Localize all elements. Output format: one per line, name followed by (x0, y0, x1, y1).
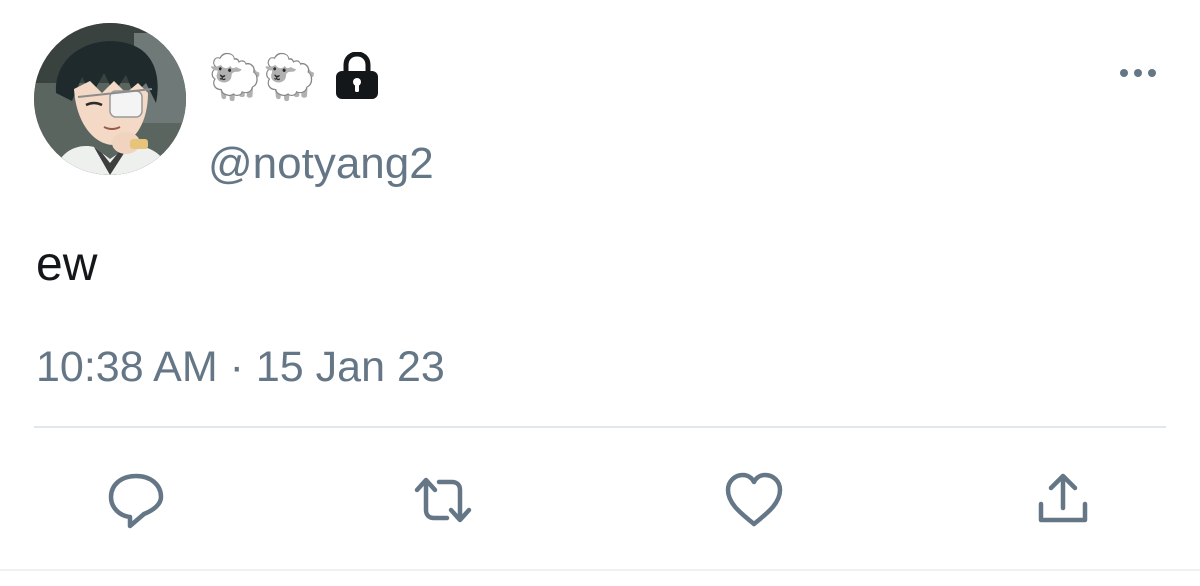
like-button[interactable] (724, 470, 784, 530)
more-options-icon[interactable] (1118, 64, 1158, 82)
lock-icon (336, 52, 378, 99)
bottom-divider (0, 569, 1200, 571)
display-name[interactable]: 🐑🐑 (208, 50, 318, 106)
heart-icon (725, 472, 783, 527)
retweet-button[interactable] (413, 470, 473, 530)
avatar-image (34, 23, 186, 175)
retweet-icon (414, 477, 472, 523)
share-icon (1038, 473, 1088, 523)
tweet-text: ew (36, 238, 98, 291)
reply-button[interactable] (106, 470, 166, 530)
divider (34, 426, 1166, 428)
username-handle[interactable]: @notyang2 (208, 138, 434, 190)
tweet-timestamp[interactable]: 10:38 AM · 15 Jan 23 (36, 340, 445, 394)
reply-icon (108, 473, 164, 529)
tweet-detail: 🐑🐑 @notyang2 ew 10:38 AM · 15 Jan 23 (0, 0, 1200, 586)
share-button[interactable] (1033, 470, 1093, 530)
avatar[interactable] (34, 23, 186, 175)
